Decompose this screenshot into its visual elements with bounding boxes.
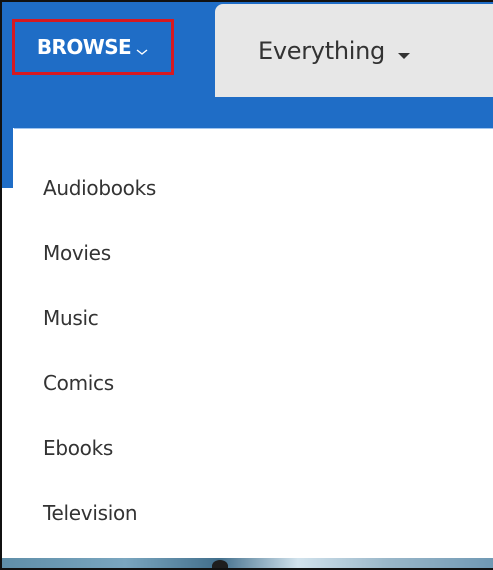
caret-down-icon (397, 46, 411, 59)
browse-button[interactable]: BROWSE (12, 19, 174, 75)
menu-item-music[interactable]: Music (14, 285, 493, 350)
browse-menu-list: Audiobooks Movies Music Comics Ebooks Te… (14, 155, 493, 545)
menu-item-audiobooks[interactable]: Audiobooks (14, 155, 493, 220)
left-accent-strip (2, 128, 13, 188)
menu-item-movies[interactable]: Movies (14, 220, 493, 285)
background-image-strip (2, 558, 493, 568)
menu-item-comics[interactable]: Comics (14, 350, 493, 415)
browse-dropdown-menu: Audiobooks Movies Music Comics Ebooks Te… (14, 128, 493, 560)
background-image-detail (212, 560, 228, 568)
chevron-down-icon (135, 42, 149, 55)
search-scope-dropdown[interactable]: Everything (215, 4, 493, 97)
browse-menu-screenshot: BROWSE Everything Audiobooks Movies Musi… (0, 0, 493, 570)
menu-item-television[interactable]: Television (14, 480, 493, 545)
browse-label: BROWSE (36, 35, 132, 59)
search-scope-label: Everything (258, 36, 385, 65)
menu-item-ebooks[interactable]: Ebooks (14, 415, 493, 480)
